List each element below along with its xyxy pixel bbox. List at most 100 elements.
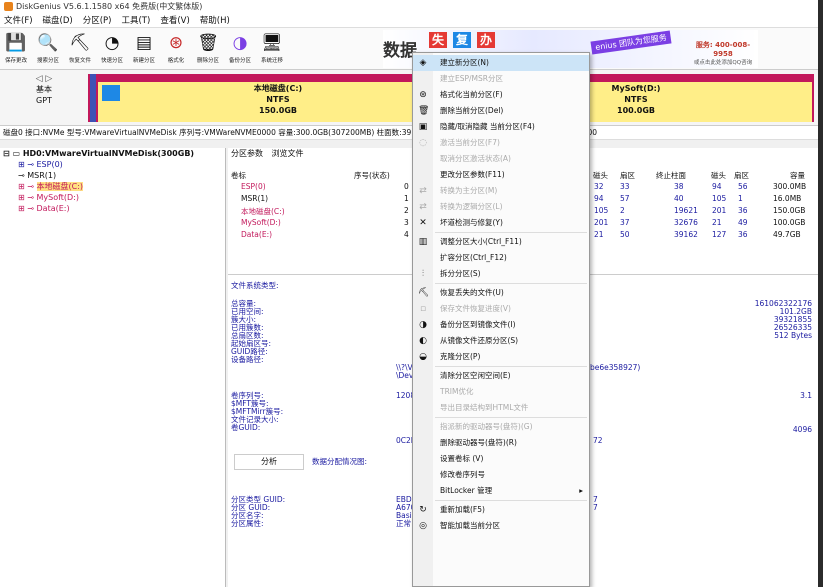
menu-item[interactable]: 设置卷标 (V) <box>413 451 589 467</box>
banner-phone-number: 服务: 400-008-9958 <box>695 41 751 58</box>
esp-segment[interactable] <box>90 74 96 122</box>
detail-label: 分区属性: <box>231 519 264 528</box>
banner-slogan: enius 团队为您服务 <box>590 30 672 55</box>
tool-delete-button[interactable]: 🗑 删除分区 <box>192 28 224 69</box>
menu-partition[interactable]: 分区(P) <box>83 14 112 26</box>
split-icon: ⫶ <box>421 269 425 279</box>
menu-item[interactable]: 指派新的驱动器号(盘符)(G) <box>413 419 589 435</box>
menu-item[interactable]: ▣ 隐藏/取消隐藏 当前分区(F4) <box>413 119 589 135</box>
menu-item[interactable]: ✕ 坏道检测与修复(Y) <box>413 215 589 231</box>
disk-info-line: 磁盘0 接口:NVMe 型号:VMwareVirtualNVMeDisk 序列号… <box>0 126 818 140</box>
tool-migrate-button[interactable]: 🖥 系统迁移 <box>256 28 288 69</box>
menu-separator <box>435 366 587 367</box>
tool-label: 恢复文件 <box>68 58 91 64</box>
guid-tail-value: be6e358927) <box>590 363 641 372</box>
menu-item[interactable]: ⇄ 转换为逻辑分区(L) <box>413 199 589 215</box>
menu-item[interactable]: ⛏ 恢复丢失的文件(U) <box>413 285 589 301</box>
cell-sector-start: 2 <box>620 206 625 215</box>
menu-item[interactable]: ⫶ 拆分分区(S) <box>413 266 589 282</box>
menu-item-label: 隐藏/取消隐藏 当前分区(F4) <box>440 122 535 131</box>
cell-end-cylinder: 19621 <box>674 206 698 215</box>
menu-item[interactable]: ▥ 调整分区大小(Ctrl_F11) <box>413 234 589 250</box>
menu-item[interactable]: TRIM优化 <box>413 384 589 400</box>
menu-item[interactable]: ↻ 重新加载(F5) <box>413 502 589 518</box>
menu-item[interactable]: ⊛ 格式化当前分区(F) <box>413 87 589 103</box>
banner-tile: 失 <box>429 32 447 48</box>
partition-c-fs: NTFS <box>266 95 290 104</box>
tool-new-partition-button[interactable]: ▤ 新建分区 <box>128 28 160 69</box>
tree-disk-node[interactable]: ⊟ ▭ HD0:VMwareVirtualNVMeDisk(300GB) <box>0 148 225 159</box>
tool-recover-button[interactable]: ⛏ 恢复文件 <box>64 28 96 69</box>
window-title: DiskGenius V5.6.1.1580 x64 免费版(中文繁体版) <box>16 1 203 11</box>
blank-icon <box>418 387 428 397</box>
part-guid-tail-value: 7 <box>593 503 598 512</box>
tab-browse-files[interactable]: 浏览文件 <box>272 149 304 158</box>
menu-item[interactable]: 导出目录结构到HTML文件 <box>413 400 589 416</box>
menu-item-label: 重新加载(F5) <box>440 505 485 514</box>
windows-logo-icon <box>102 85 120 101</box>
menu-item[interactable]: ◒ 克隆分区(P) <box>413 349 589 365</box>
tool-backup-button[interactable]: ◑ 备份分区 <box>224 28 256 69</box>
submenu-arrow-icon: ▸ <box>579 486 583 495</box>
cell-head-end: 94 <box>712 182 722 191</box>
menu-file[interactable]: 文件(F) <box>4 14 33 26</box>
menu-item[interactable]: 扩容分区(Ctrl_F12) <box>413 250 589 266</box>
menu-item-label: TRIM优化 <box>440 387 474 396</box>
menu-item[interactable]: ◈ 建立新分区(N) <box>413 55 589 71</box>
tree-item-c[interactable]: ⊞ ⊸ 本地磁盘(C:) <box>0 181 225 192</box>
menu-item[interactable]: ◑ 备份分区到镜像文件(I) <box>413 317 589 333</box>
new-partition-icon: ◈ <box>419 58 427 68</box>
cell-sector-start: 50 <box>620 230 630 239</box>
detail-label: 卷GUID: <box>231 423 261 432</box>
cell-head-end: 105 <box>712 194 727 203</box>
new-partition-icon: ▤ <box>135 33 153 53</box>
menu-item[interactable]: BitLocker 管理 ▸ <box>413 483 589 499</box>
cell-number: 0 <box>404 182 409 191</box>
analyze-button[interactable]: 分析 <box>234 454 304 470</box>
partition-c-segment[interactable]: 本地磁盘(C:) NTFS 150.0GB <box>98 74 458 122</box>
cell-end-cylinder: 38 <box>674 182 684 191</box>
menu-item[interactable]: ◌ 激活当前分区(F7) <box>413 135 589 151</box>
cell-capacity: 16.0MB <box>773 194 802 203</box>
menu-item[interactable]: 更改分区参数(F11) <box>413 167 589 183</box>
smart-load-icon: ◎ <box>419 521 427 531</box>
tool-search-button[interactable]: 🔍 搜索分区 <box>32 28 64 69</box>
menu-item[interactable]: ◐ 从镜像文件还原分区(S) <box>413 333 589 349</box>
vol-guid-tail-value: 72 <box>593 436 603 445</box>
tab-partition-params[interactable]: 分区参数 <box>231 149 263 158</box>
tree-item-d[interactable]: ⊞ ⊸ MySoft(D:) <box>0 192 225 203</box>
menu-item-label: 导出目录结构到HTML文件 <box>440 403 529 412</box>
tree-item-e[interactable]: ⊞ ⊸ Data(E:) <box>0 203 225 214</box>
detail-label: 设备路径: <box>231 355 264 364</box>
cell-capacity: 300.0MB <box>773 182 807 191</box>
menu-item[interactable]: 🗑 删除当前分区(Del) <box>413 103 589 119</box>
cell-sector-end: 36 <box>738 206 748 215</box>
menu-item[interactable]: ▫ 保存文件恢复进度(V) <box>413 301 589 317</box>
tree-item-msr[interactable]: ⊸ MSR(1) <box>0 170 225 181</box>
recover-icon: ⛏ <box>69 33 91 53</box>
menu-item[interactable]: 清除分区空闲空间(E) <box>413 368 589 384</box>
menu-item[interactable]: 修改卷序列号 <box>413 467 589 483</box>
menu-tools[interactable]: 工具(T) <box>121 14 150 26</box>
cell-number: 1 <box>404 194 409 203</box>
tool-save-button[interactable]: 💾 保存更改 <box>0 28 32 69</box>
menu-item[interactable]: ⇄ 转换为主分区(M) <box>413 183 589 199</box>
tool-format-button[interactable]: ⊛ 格式化 <box>160 28 192 69</box>
tool-quick-partition-button[interactable]: ◔ 快速分区 <box>96 28 128 69</box>
cell-sector-start: 33 <box>620 182 630 191</box>
menu-item[interactable]: ◎ 智能加载当前分区 <box>413 518 589 534</box>
tree-item-label: 本地磁盘(C:) <box>36 182 84 191</box>
disk-nav-arrows[interactable]: ◁ ▷ <box>4 74 84 84</box>
diskgenius-window: DiskGenius V5.6.1.1580 x64 免费版(中文繁体版) 文件… <box>0 0 818 587</box>
menu-item[interactable]: 取消分区激活状态(A) <box>413 151 589 167</box>
menu-disk[interactable]: 磁盘(D) <box>43 14 73 26</box>
tree-item-esp[interactable]: ⊞ ⊸ ESP(0) <box>0 159 225 170</box>
menu-item[interactable]: 删除驱动器号(盘符)(R) <box>413 435 589 451</box>
menu-item[interactable]: 建立ESP/MSR分区 <box>413 71 589 87</box>
menu-item-label: 指派新的驱动器号(盘符)(G) <box>440 422 533 431</box>
menu-view[interactable]: 查看(V) <box>160 14 189 26</box>
format-icon: ⊛ <box>419 90 427 100</box>
menu-help[interactable]: 帮助(H) <box>200 14 230 26</box>
menu-item-label: 删除当前分区(Del) <box>440 106 504 115</box>
menu-item-label: 格式化当前分区(F) <box>440 90 503 99</box>
